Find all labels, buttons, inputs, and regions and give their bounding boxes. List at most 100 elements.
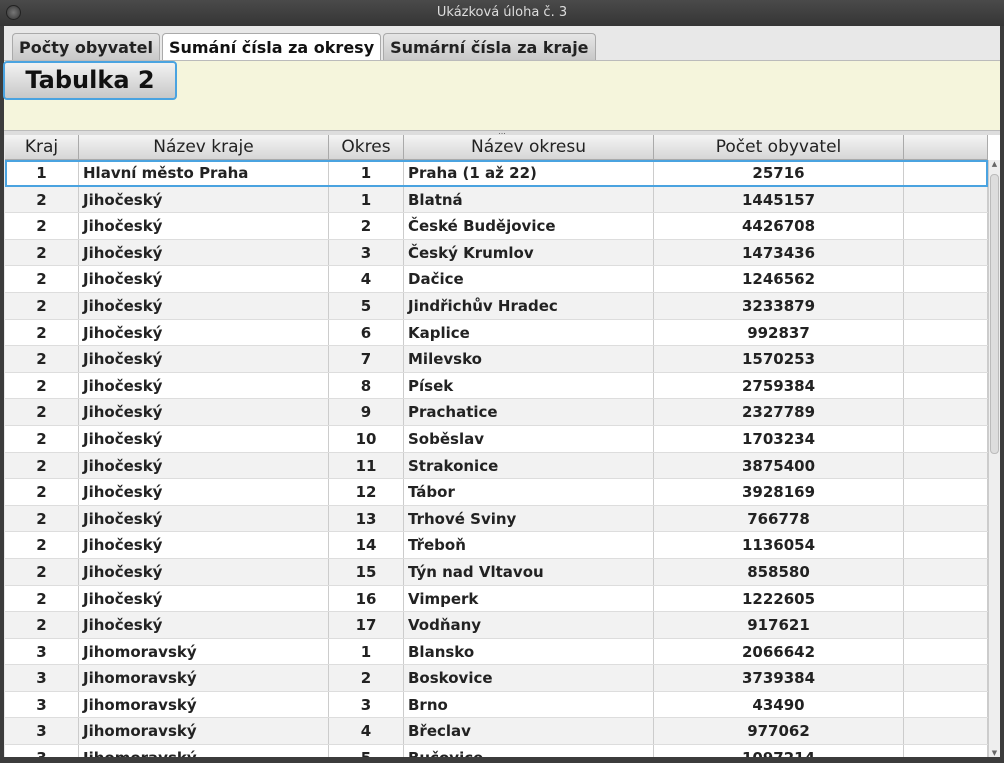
table-cell: 2: [5, 612, 79, 638]
tab-pocty-obyvatel[interactable]: Počty obyvatel: [12, 33, 160, 60]
table-cell: 3: [5, 718, 79, 745]
table-row[interactable]: 2 Jihočeský 11 Strakonice 3875400: [5, 452, 988, 480]
table-cell: Jihočeský: [79, 186, 329, 213]
table-cell: [904, 186, 988, 213]
column-header[interactable]: Název okresu: [404, 135, 654, 160]
table-cell: [904, 532, 988, 558]
scroll-down-icon[interactable]: ▼: [989, 749, 1000, 757]
table-row[interactable]: 3 Jihomoravský 4 Břeclav 977062: [5, 718, 988, 746]
table-row[interactable]: 2 Jihočeský 3 Český Krumlov 1473436: [5, 239, 988, 267]
table-cell: Brno: [404, 691, 654, 718]
table-row[interactable]: 3 Jihomoravský 3 Brno 43490: [5, 691, 988, 719]
table-cell: 1570253: [654, 346, 904, 372]
table-cell: Jihomoravský: [79, 665, 329, 691]
column-header[interactable]: Počet obyvatel: [654, 135, 904, 160]
tab-sumarni-cisla-za-kraje[interactable]: Sumární čísla za kraje: [383, 33, 596, 60]
table-cell: 4426708: [654, 213, 904, 239]
table-cell: Jihočeský: [79, 558, 329, 585]
table-cell: 8: [329, 372, 404, 399]
table-cell: Jihočeský: [79, 399, 329, 425]
tab-sumani-cisla-za-okresy[interactable]: Sumání čísla za okresy: [161, 33, 382, 60]
table-cell: Jihočeský: [79, 425, 329, 452]
table-cell: Třeboň: [404, 532, 654, 558]
table-row[interactable]: 2 Jihočeský 13 Trhové Sviny 766778: [5, 505, 988, 533]
table-row[interactable]: 2 Jihočeský 9 Prachatice 2327789: [5, 399, 988, 426]
table-cell: Hlavní město Praha: [79, 160, 329, 186]
table-row[interactable]: 1 Hlavní město Praha 1 Praha (1 až 22) 25716: [5, 160, 988, 187]
table-cell: Prachatice: [404, 399, 654, 425]
table-cell: 2: [5, 292, 79, 319]
table-cell: [904, 505, 988, 532]
table-row[interactable]: 2 Jihočeský 1 Blatná 1445157: [5, 186, 988, 214]
table-cell: 11: [329, 452, 404, 479]
table-row[interactable]: 2 Jihočeský 16 Vimperk 1222605: [5, 585, 988, 613]
table-row[interactable]: 2 Jihočeský 5 Jindřichův Hradec 3233879: [5, 292, 988, 320]
tabulka-2-button[interactable]: Tabulka 2: [3, 61, 177, 100]
table-row[interactable]: 3 Jihomoravský 2 Boskovice 3739384: [5, 665, 988, 692]
column-header[interactable]: Kraj: [5, 135, 79, 160]
table-cell: 2: [5, 452, 79, 479]
table-row[interactable]: 2 Jihočeský 12 Tábor 3928169: [5, 479, 988, 506]
table-cell: Bučovice: [404, 745, 654, 757]
vertical-scrollbar[interactable]: ▲ ▼: [988, 160, 1000, 757]
table-row[interactable]: 2 Jihočeský 7 Milevsko 1570253: [5, 346, 988, 373]
table-cell: 2: [5, 319, 79, 346]
table-cell: 3: [5, 665, 79, 691]
table-row[interactable]: 2 Jihočeský 15 Týn nad Vltavou 858580: [5, 558, 988, 586]
table-row[interactable]: 2 Jihočeský 4 Dačice 1246562: [5, 266, 988, 293]
table-cell: Blatná: [404, 186, 654, 213]
table-cell: [904, 452, 988, 479]
table-cell: Jihočeský: [79, 585, 329, 612]
tab-bar: Počty obyvatel Sumání čísla za okresy Su…: [12, 33, 596, 60]
table-row[interactable]: 2 Jihočeský 17 Vodňany 917621: [5, 612, 988, 639]
table-cell: Jihočeský: [79, 612, 329, 638]
table-cell: Jihomoravský: [79, 718, 329, 745]
table-cell: 17: [329, 612, 404, 638]
table-row[interactable]: 3 Jihomoravský 1 Blansko 2066642: [5, 638, 988, 666]
table-cell: 2: [5, 213, 79, 239]
table-cell: Jihočeský: [79, 372, 329, 399]
table-row[interactable]: 2 Jihočeský 14 Třeboň 1136054: [5, 532, 988, 559]
column-header[interactable]: Okres: [329, 135, 404, 160]
table-cell: 16: [329, 585, 404, 612]
app-window: Ukázková úloha č. 3 Počty obyvatel Sumán…: [0, 0, 1004, 763]
table-cell: Trhové Sviny: [404, 505, 654, 532]
table-cell: 1136054: [654, 532, 904, 558]
table-cell: Boskovice: [404, 665, 654, 691]
table-cell: 2: [5, 558, 79, 585]
scroll-up-icon[interactable]: ▲: [989, 160, 1000, 168]
table-cell: Milevsko: [404, 346, 654, 372]
table-cell: Praha (1 až 22): [404, 160, 654, 186]
table-cell: 2: [329, 665, 404, 691]
window-close-button[interactable]: [6, 5, 21, 20]
data-table: Kraj Název kraje Okres Název okresu Počet ob…: [5, 135, 1000, 757]
table-cell: 2: [5, 346, 79, 372]
table-row[interactable]: 2 Jihočeský 2 České Budějovice 4426708: [5, 213, 988, 240]
table-cell: Jihočeský: [79, 479, 329, 505]
table-cell: 25716: [654, 160, 904, 186]
table-cell: 1: [5, 160, 79, 186]
top-panel: Tabulka 2: [3, 60, 1000, 130]
table-cell: Český Krumlov: [404, 239, 654, 266]
table-cell: 1222605: [654, 585, 904, 612]
table-cell: 5: [329, 745, 404, 757]
table-cell: 1246562: [654, 266, 904, 292]
table-cell: 3875400: [654, 452, 904, 479]
column-header[interactable]: Název kraje: [79, 135, 329, 160]
table-row[interactable]: 2 Jihočeský 10 Soběslav 1703234: [5, 425, 988, 453]
table-cell: [904, 691, 988, 718]
scrollbar-thumb[interactable]: [990, 174, 999, 454]
table-cell: 1473436: [654, 239, 904, 266]
table-cell: Vimperk: [404, 585, 654, 612]
table-row[interactable]: 2 Jihočeský 8 Písek 2759384: [5, 372, 988, 400]
table-row[interactable]: 3Jihomoravský5Bučovice1097214: [5, 745, 988, 757]
column-header[interactable]: [904, 135, 988, 160]
table-cell: [904, 239, 988, 266]
table-cell: [904, 213, 988, 239]
table-cell: [904, 479, 988, 505]
table-cell: [904, 160, 988, 186]
table-cell: [904, 346, 988, 372]
table-cell: 13: [329, 505, 404, 532]
table-row[interactable]: 2 Jihočeský 6 Kaplice 992837: [5, 319, 988, 347]
table-cell: 2066642: [654, 638, 904, 665]
